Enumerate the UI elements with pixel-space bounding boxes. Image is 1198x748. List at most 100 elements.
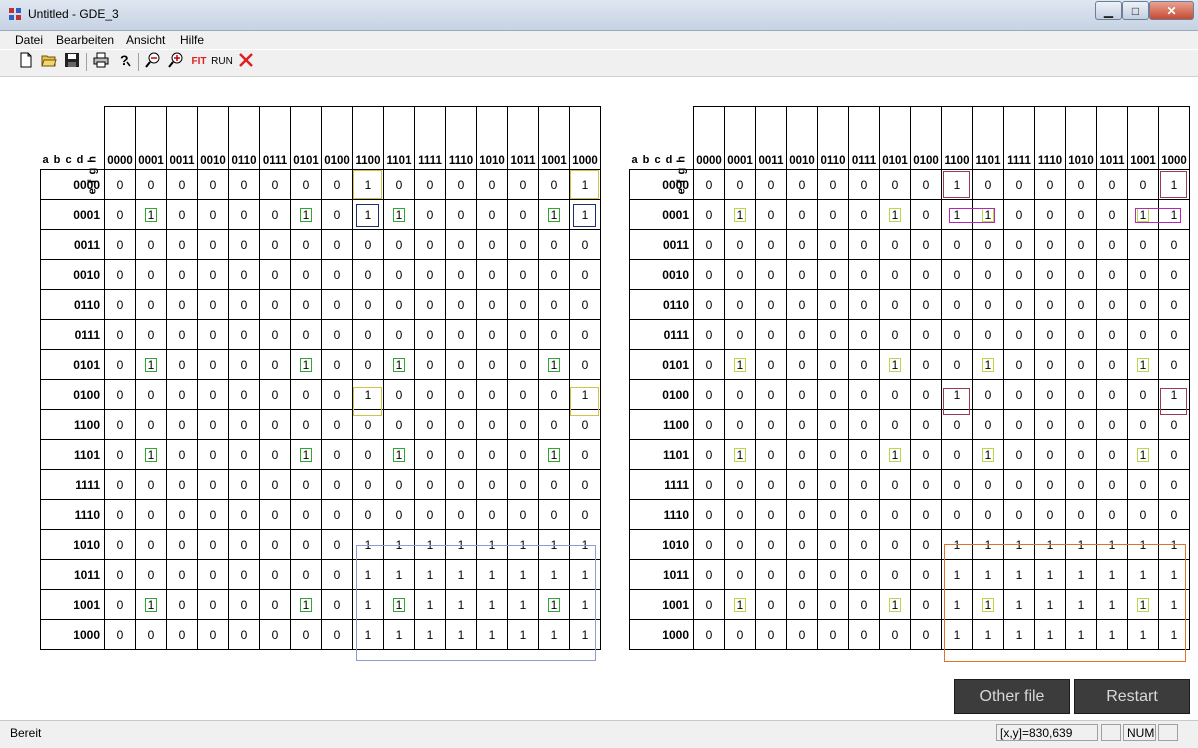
kmap-cell[interactable]: 0: [290, 619, 322, 650]
kmap-cell[interactable]: 0: [817, 199, 849, 230]
fit-button[interactable]: FIT: [188, 52, 210, 72]
kmap-cell[interactable]: 1: [414, 589, 446, 620]
kmap-cell[interactable]: 0: [569, 439, 601, 470]
kmap-cell[interactable]: 0: [290, 379, 322, 410]
kmap-cell[interactable]: 0: [724, 319, 756, 350]
kmap-cell[interactable]: 0: [507, 349, 539, 380]
kmap-cell[interactable]: 0: [166, 319, 198, 350]
kmap-cell[interactable]: 0: [259, 379, 291, 410]
kmap-cell[interactable]: 0: [848, 379, 880, 410]
kmap-cell[interactable]: 0: [290, 499, 322, 530]
kmap-cell[interactable]: 0: [135, 169, 167, 200]
kmap-cell[interactable]: 1: [352, 529, 384, 560]
kmap-cell[interactable]: 1: [941, 589, 973, 620]
kmap-cell[interactable]: 0: [352, 499, 384, 530]
kmap-cell[interactable]: 0: [972, 259, 1004, 290]
kmap-cell[interactable]: 0: [135, 319, 167, 350]
kmap-cell[interactable]: 0: [1034, 199, 1066, 230]
kmap-cell[interactable]: 0: [166, 229, 198, 260]
kmap-cell[interactable]: 0: [1034, 349, 1066, 380]
kmap-cell[interactable]: 0: [228, 619, 260, 650]
kmap-cell[interactable]: 0: [1034, 499, 1066, 530]
kmap-cell[interactable]: 0: [817, 289, 849, 320]
kmap-cell[interactable]: 0: [693, 409, 725, 440]
kmap-cell[interactable]: 1: [569, 619, 601, 650]
kmap-cell[interactable]: 0: [1127, 499, 1159, 530]
kmap-cell[interactable]: 1: [290, 199, 322, 230]
kmap-cell[interactable]: 0: [414, 469, 446, 500]
kmap-cell[interactable]: 1: [445, 589, 477, 620]
kmap-cell[interactable]: 0: [724, 169, 756, 200]
kmap-cell[interactable]: 0: [259, 499, 291, 530]
kmap-cell[interactable]: 1: [941, 559, 973, 590]
kmap-cell[interactable]: 0: [104, 559, 136, 590]
kmap-cell[interactable]: 0: [941, 499, 973, 530]
kmap-cell[interactable]: 0: [507, 379, 539, 410]
maximize-button[interactable]: □: [1122, 1, 1149, 20]
kmap-cell[interactable]: 0: [786, 349, 818, 380]
kmap-cell[interactable]: 0: [817, 379, 849, 410]
kmap-cell[interactable]: 0: [817, 529, 849, 560]
kmap-cell[interactable]: 0: [538, 379, 570, 410]
kmap-cell[interactable]: 0: [445, 199, 477, 230]
kmap-cell[interactable]: 0: [910, 619, 942, 650]
kmap-cell[interactable]: 0: [321, 379, 353, 410]
kmap-cell[interactable]: 0: [321, 499, 353, 530]
kmap-cell[interactable]: 0: [817, 349, 849, 380]
kmap-cell[interactable]: 0: [507, 169, 539, 200]
kmap-cell[interactable]: 0: [879, 499, 911, 530]
kmap-cell[interactable]: 0: [228, 559, 260, 590]
kmap-cell[interactable]: 1: [569, 379, 601, 410]
kmap-cell[interactable]: 0: [414, 379, 446, 410]
kmap-cell[interactable]: 0: [1065, 439, 1097, 470]
kmap-cell[interactable]: 0: [693, 379, 725, 410]
kmap-cell[interactable]: 0: [228, 319, 260, 350]
kmap-cell[interactable]: 0: [507, 499, 539, 530]
kmap-cell[interactable]: 1: [135, 439, 167, 470]
kmap-cell[interactable]: 0: [1158, 439, 1190, 470]
kmap-cell[interactable]: 0: [228, 169, 260, 200]
kmap-cell[interactable]: 0: [104, 589, 136, 620]
kmap-cell[interactable]: 0: [1127, 259, 1159, 290]
kmap-cell[interactable]: 0: [1158, 499, 1190, 530]
kmap-cell[interactable]: 1: [476, 559, 508, 590]
kmap-cell[interactable]: 1: [538, 559, 570, 590]
kmap-cell[interactable]: 0: [941, 349, 973, 380]
kmap-cell[interactable]: 1: [383, 619, 415, 650]
kmap-cell[interactable]: 0: [476, 229, 508, 260]
kmap-cell[interactable]: 0: [197, 529, 229, 560]
kmap-cell[interactable]: 0: [755, 499, 787, 530]
kmap-cell[interactable]: 0: [693, 619, 725, 650]
kmap-cell[interactable]: 0: [538, 259, 570, 290]
kmap-cell[interactable]: 0: [166, 469, 198, 500]
kmap-cell[interactable]: 0: [352, 439, 384, 470]
kmap-cell[interactable]: 0: [445, 469, 477, 500]
kmap-cell[interactable]: 0: [259, 589, 291, 620]
kmap-cell[interactable]: 0: [135, 619, 167, 650]
kmap-cell[interactable]: 0: [693, 289, 725, 320]
kmap-cell[interactable]: 0: [972, 469, 1004, 500]
kmap-cell[interactable]: 0: [476, 349, 508, 380]
kmap-cell[interactable]: 0: [941, 229, 973, 260]
kmap-cell[interactable]: 1: [445, 559, 477, 590]
kmap-cell[interactable]: 1: [476, 529, 508, 560]
kmap-cell[interactable]: 0: [569, 259, 601, 290]
kmap-cell[interactable]: 0: [228, 589, 260, 620]
kmap-cell[interactable]: 0: [879, 619, 911, 650]
kmap-cell[interactable]: 1: [1158, 589, 1190, 620]
kmap-cell[interactable]: 0: [693, 259, 725, 290]
kmap-cell[interactable]: 0: [445, 229, 477, 260]
kmap-cell[interactable]: 1: [1127, 589, 1159, 620]
kmap-cell[interactable]: 0: [693, 319, 725, 350]
kmap-cell[interactable]: 1: [569, 559, 601, 590]
kmap-cell[interactable]: 1: [972, 349, 1004, 380]
minimize-button[interactable]: ▁: [1095, 1, 1122, 20]
kmap-cell[interactable]: 1: [941, 199, 973, 230]
kmap-cell[interactable]: 1: [1158, 619, 1190, 650]
kmap-cell[interactable]: 0: [569, 349, 601, 380]
kmap-cell[interactable]: 1: [1034, 589, 1066, 620]
kmap-cell[interactable]: 0: [910, 559, 942, 590]
kmap-cell[interactable]: 1: [507, 559, 539, 590]
kmap-cell[interactable]: 0: [538, 499, 570, 530]
kmap-cell[interactable]: 0: [755, 529, 787, 560]
